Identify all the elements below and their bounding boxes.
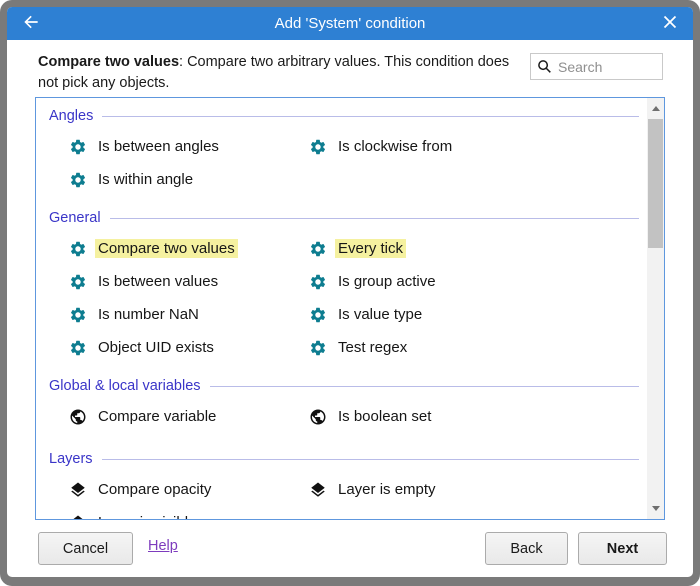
close-icon <box>663 15 677 32</box>
condition-item[interactable]: Is between angles <box>69 130 309 163</box>
condition-name-bold: Compare two values <box>38 54 179 70</box>
category-divider-line <box>102 116 639 117</box>
gear-icon <box>69 171 87 189</box>
arrow-left-icon <box>21 12 41 35</box>
category-section: General Compare two values Every tick Is be… <box>49 208 647 364</box>
condition-label: Layer is empty <box>335 480 439 499</box>
condition-item[interactable]: Is number NaN <box>69 298 309 331</box>
condition-item[interactable]: Test regex <box>309 331 647 364</box>
category-section: Global & local variables Compare variable… <box>49 376 647 433</box>
search-box <box>530 53 663 80</box>
condition-rows: Is between angles Is clockwise from Is wit… <box>69 130 647 196</box>
condition-label: Is number NaN <box>95 305 202 324</box>
scroll-down-button[interactable] <box>647 500 664 517</box>
category-divider-line <box>102 459 639 460</box>
category-name: General <box>49 210 101 226</box>
globe-icon <box>69 408 87 426</box>
dialog-window: Add 'System' condition Compare two value… <box>0 0 700 586</box>
condition-item[interactable]: Layer is empty <box>309 473 647 506</box>
condition-item[interactable]: Layer is visible <box>69 506 309 519</box>
gear-icon <box>69 273 87 291</box>
condition-rows: Compare two values Every tick Is between v… <box>69 232 647 364</box>
scroll-up-button[interactable] <box>647 100 664 117</box>
help-link[interactable]: Help <box>148 538 178 554</box>
condition-label: Layer is visible <box>95 513 199 519</box>
category-header: Angles <box>49 106 639 126</box>
category-section: LayersCompare opacity Layer is empty Layer… <box>49 449 647 519</box>
layers-icon <box>69 514 87 520</box>
condition-label: Is within angle <box>95 170 196 189</box>
cancel-button[interactable]: Cancel <box>38 532 133 565</box>
category-divider-line <box>210 386 639 387</box>
condition-label: Is between values <box>95 272 221 291</box>
globe-icon <box>309 408 327 426</box>
gear-icon <box>69 138 87 156</box>
category-section: AnglesIs between angles Is clockwise from… <box>49 106 647 196</box>
condition-label: Every tick <box>335 239 406 258</box>
dialog-title: Add 'System' condition <box>275 15 426 32</box>
category-divider-line <box>110 218 639 219</box>
condition-label: Compare opacity <box>95 480 214 499</box>
condition-item[interactable]: Is within angle <box>69 163 309 196</box>
gear-icon <box>69 306 87 324</box>
condition-label: Is boolean set <box>335 407 434 426</box>
condition-item[interactable]: Is group active <box>309 265 647 298</box>
condition-item[interactable]: Is between values <box>69 265 309 298</box>
condition-list: AnglesIs between angles Is clockwise from… <box>35 97 665 520</box>
category-header: General <box>49 208 639 228</box>
scrollbar[interactable] <box>647 98 664 519</box>
search-input[interactable] <box>530 53 663 80</box>
condition-label: Is group active <box>335 272 439 291</box>
dialog-body: Add 'System' condition Compare two value… <box>7 7 693 577</box>
gear-icon <box>69 339 87 357</box>
gear-icon <box>309 138 327 156</box>
condition-item[interactable]: Is boolean set <box>309 400 647 433</box>
category-name: Global & local variables <box>49 378 201 394</box>
category-header: Layers <box>49 449 639 469</box>
condition-rows: Compare opacity Layer is empty Layer is vi… <box>69 473 647 519</box>
condition-item[interactable]: Object UID exists <box>69 331 309 364</box>
condition-description: Compare two values: Compare two arbitrar… <box>38 52 522 94</box>
condition-label: Test regex <box>335 338 410 357</box>
condition-item[interactable]: Compare opacity <box>69 473 309 506</box>
condition-label: Is clockwise from <box>335 137 455 156</box>
condition-rows: Compare variable Is boolean set <box>69 400 647 433</box>
condition-list-content: AnglesIs between angles Is clockwise from… <box>36 98 647 519</box>
condition-item[interactable]: Every tick <box>309 232 647 265</box>
condition-item[interactable]: Compare variable <box>69 400 309 433</box>
gear-icon <box>309 339 327 357</box>
condition-label: Compare variable <box>95 407 219 426</box>
category-header: Global & local variables <box>49 376 639 396</box>
titlebar: Add 'System' condition <box>7 7 693 40</box>
next-button[interactable]: Next <box>578 532 667 565</box>
back-button[interactable]: Back <box>485 532 568 565</box>
gear-icon <box>69 240 87 258</box>
condition-item[interactable]: Is clockwise from <box>309 130 647 163</box>
triangle-up-icon <box>652 106 660 111</box>
condition-item[interactable]: Compare two values <box>69 232 309 265</box>
gear-icon <box>309 306 327 324</box>
triangle-down-icon <box>652 506 660 511</box>
condition-label: Object UID exists <box>95 338 217 357</box>
condition-label: Compare two values <box>95 239 238 258</box>
back-arrow-button[interactable] <box>9 7 53 40</box>
condition-label: Is value type <box>335 305 425 324</box>
layers-icon <box>69 481 87 499</box>
category-name: Layers <box>49 451 93 467</box>
category-name: Angles <box>49 108 93 124</box>
layers-icon <box>309 481 327 499</box>
condition-label: Is between angles <box>95 137 222 156</box>
condition-item[interactable]: Is value type <box>309 298 647 331</box>
scrollbar-thumb[interactable] <box>648 119 663 248</box>
close-button[interactable] <box>651 7 689 40</box>
gear-icon <box>309 240 327 258</box>
gear-icon <box>309 273 327 291</box>
